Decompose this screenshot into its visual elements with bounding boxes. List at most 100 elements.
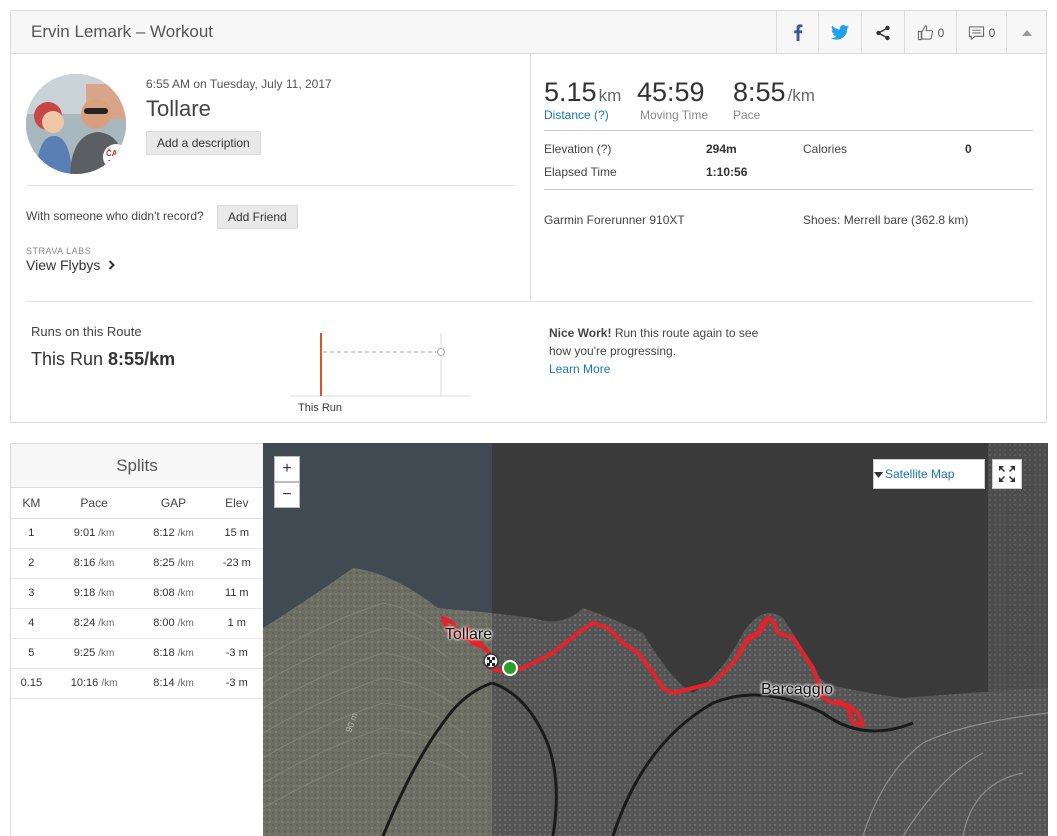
comment-icon <box>968 25 984 40</box>
split-pace: 8:16 /km <box>51 548 137 579</box>
split-elev: -3 m <box>210 668 263 699</box>
this-run-label: This Run <box>31 349 104 369</box>
map-type-label: Satellite Map <box>885 467 955 481</box>
table-row[interactable]: 2 8:16 /km 8:25 /km -23 m <box>11 548 263 579</box>
col-pace: Pace <box>51 488 137 519</box>
kudos-count: 0 <box>937 25 945 40</box>
split-gap: 8:00 /km <box>136 608 211 639</box>
avatar[interactable]: ČAS <box>26 74 126 174</box>
col-elev: Elev <box>210 488 263 519</box>
previous-run-point <box>437 348 445 356</box>
twitter-icon <box>831 25 849 40</box>
split-elev: 15 m <box>210 518 263 549</box>
split-elev: -3 m <box>210 638 263 669</box>
chart-axis-label: This Run <box>298 402 342 414</box>
avatar-image: ČAS <box>26 74 126 174</box>
collapse-button[interactable] <box>1006 11 1046 54</box>
route-comparison-chart: This Run <box>291 333 471 414</box>
with-someone-label: With someone who didn't record? <box>26 209 204 223</box>
column-divider <box>530 54 531 302</box>
page-title: Ervin Lemark – Workout <box>31 22 214 41</box>
add-description-button[interactable]: Add a description <box>146 131 261 155</box>
fullscreen-button[interactable] <box>992 459 1022 489</box>
this-run-summary: This Run 8:55/km <box>31 349 175 370</box>
split-km: 5 <box>11 638 52 669</box>
moving-time-label: Moving Time <box>640 108 709 122</box>
distance-unit: km <box>598 86 622 105</box>
divider <box>544 130 1033 131</box>
split-elev: 11 m <box>210 578 263 609</box>
nice-work-title: Nice Work! <box>549 326 612 340</box>
splits-title: Splits <box>11 444 263 488</box>
device-name: Garmin Forerunner 910XT <box>544 213 685 227</box>
elapsed-time-label: Elapsed Time <box>544 165 617 179</box>
split-pace: 9:01 /km <box>51 518 137 549</box>
satellite-imagery: 90 m <box>263 443 1048 836</box>
split-elev: 1 m <box>210 608 263 639</box>
view-flybys-link[interactable]: View Flybys <box>26 257 116 273</box>
split-gap: 8:12 /km <box>136 518 211 549</box>
shoes-info: Shoes: Merrell bare (362.8 km) <box>803 213 969 227</box>
divider <box>26 301 1033 302</box>
split-elev: -23 m <box>210 548 263 579</box>
start-marker[interactable] <box>502 660 518 676</box>
place-label-tollare: Tollare <box>445 626 493 643</box>
table-row[interactable]: 1 9:01 /km 8:12 /km 15 m <box>11 518 263 549</box>
calories-label: Calories <box>803 142 848 156</box>
table-row[interactable]: 0.15 10:16 /km 8:14 /km -3 m <box>11 668 263 699</box>
split-km: 1 <box>11 518 52 549</box>
moving-time-value: 45:59 <box>637 77 705 107</box>
distance-help-link[interactable]: Distance (?) <box>544 108 609 122</box>
elapsed-time-value: 1:10:56 <box>706 165 748 179</box>
map-type-select[interactable]: Satellite Map <box>873 459 985 489</box>
split-pace: 9:25 /km <box>51 638 137 669</box>
zoom-out-button[interactable]: − <box>274 482 300 508</box>
facebook-icon <box>793 24 802 41</box>
runs-on-route-label: Runs on this Route <box>31 324 142 339</box>
activity-name[interactable]: Tollare <box>146 96 211 122</box>
activity-header: Ervin Lemark – Workout 0 0 <box>11 11 1046 54</box>
chevron-down-icon <box>874 472 883 478</box>
activity-card: Ervin Lemark – Workout 0 0 ČAS 6:55 AM o… <box>10 10 1047 423</box>
split-gap: 8:25 /km <box>136 548 211 579</box>
pace-value: 8:55 <box>733 77 786 107</box>
split-km: 4 <box>11 608 52 639</box>
split-pace: 8:24 /km <box>51 608 137 639</box>
pace-unit: /km <box>787 86 815 105</box>
split-pace: 9:18 /km <box>51 578 137 609</box>
table-row[interactable]: 4 8:24 /km 8:00 /km 1 m <box>11 608 263 639</box>
share-button[interactable] <box>861 11 904 54</box>
route-map[interactable]: 90 m Tollare Barcaggio + − Satellite Map <box>263 443 1048 836</box>
this-run-pace: 8:55/km <box>108 349 176 369</box>
divider <box>26 185 515 186</box>
elevation-help-link[interactable]: Elevation (?) <box>544 142 611 156</box>
learn-more-link[interactable]: Learn More <box>549 362 610 376</box>
split-km: 0.15 <box>11 668 52 699</box>
share-icon <box>876 25 890 40</box>
splits-table: KM Pace GAP Elev 1 9:01 /km 8:12 /km 15 … <box>11 488 263 699</box>
header-actions: 0 0 <box>776 11 1046 54</box>
split-km: 3 <box>11 578 52 609</box>
chevron-right-icon <box>109 260 116 270</box>
place-label-barcaggio: Barcaggio <box>761 681 834 698</box>
divider <box>544 189 1033 190</box>
kudos-button[interactable]: 0 <box>904 11 956 54</box>
twitter-share-button[interactable] <box>818 11 861 54</box>
splits-header-row: KM Pace GAP Elev <box>11 488 263 519</box>
club-badge: ČAS <box>106 149 124 158</box>
zoom-in-button[interactable]: + <box>274 456 300 482</box>
col-gap: GAP <box>136 488 211 519</box>
col-km: KM <box>11 488 52 519</box>
nice-work-message: Nice Work! Run this route again to see h… <box>549 324 779 378</box>
view-flybys-label: View Flybys <box>26 257 101 273</box>
table-row[interactable]: 3 9:18 /km 8:08 /km 11 m <box>11 578 263 609</box>
distance-value: 5.15 <box>544 77 597 107</box>
split-gap: 8:08 /km <box>136 578 211 609</box>
comments-button[interactable]: 0 <box>956 11 1006 54</box>
table-row[interactable]: 5 9:25 /km 8:18 /km -3 m <box>11 638 263 669</box>
add-friend-button[interactable]: Add Friend <box>217 205 298 229</box>
distance-stat: 5.15 km <box>544 77 621 108</box>
facebook-share-button[interactable] <box>776 11 818 54</box>
activity-date: 6:55 AM on Tuesday, July 11, 2017 <box>146 77 332 91</box>
pace-label: Pace <box>733 108 761 122</box>
